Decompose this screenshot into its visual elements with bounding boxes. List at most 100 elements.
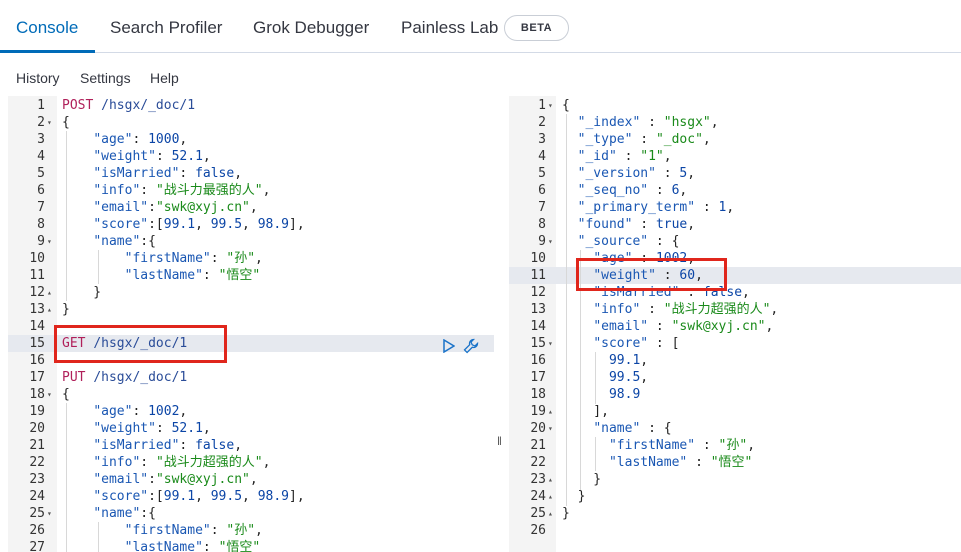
code-line[interactable]: 20 ▾ "name" : { [509, 420, 961, 437]
code-line[interactable]: 3 "age": 1000, [8, 131, 494, 148]
fold-open-icon[interactable]: ▾ [548, 97, 553, 114]
code-text: 98.9 [562, 386, 640, 403]
code-token: "孙" [718, 438, 748, 453]
fold-close-icon[interactable]: ▴ [47, 301, 52, 318]
code-line[interactable]: 26 "firstName": "孙", [8, 522, 494, 539]
tab-console[interactable]: Console [16, 18, 78, 38]
code-line[interactable]: 25 ▾ "name":{ [8, 505, 494, 522]
code-token: , [234, 438, 243, 453]
fold-close-icon[interactable]: ▴ [548, 471, 553, 488]
code-token: :{ [140, 234, 156, 249]
code-line[interactable]: 21 "isMarried": false, [8, 437, 494, 454]
code-text: PUT /hsgx/_doc/1 [62, 369, 187, 386]
code-line[interactable]: 2 "_index" : "hsgx", [509, 114, 961, 131]
fold-open-icon[interactable]: ▾ [47, 114, 52, 131]
request-editor[interactable]: 1 POST /hsgx/_doc/1 2 ▾{3 "age": 1000, 4 "we… [8, 96, 494, 552]
code-line[interactable]: 17 PUT /hsgx/_doc/1 [8, 369, 494, 386]
code-line[interactable]: 26 [509, 522, 961, 539]
code-line[interactable]: 9 ▾ "_source" : { [509, 233, 961, 250]
code-token: , [202, 421, 211, 436]
fold-close-icon[interactable]: ▴ [548, 403, 553, 420]
response-viewer[interactable]: 1 ▾{2 "_index" : "hsgx", 3 "_type" : "_doc… [509, 96, 961, 552]
code-line[interactable]: 10 "firstName": "孙", [8, 250, 494, 267]
code-text: "_type" : "_doc", [562, 131, 711, 148]
menu-history[interactable]: History [16, 70, 60, 86]
code-line[interactable]: 19 "age": 1002, [8, 403, 494, 420]
line-number: 26 [29, 523, 45, 538]
code-line[interactable]: 5 "_version" : 5, [509, 165, 961, 182]
code-line[interactable]: 8 "score":[99.1, 99.5, 98.9], [8, 216, 494, 233]
code-token: "_id" [577, 149, 617, 164]
code-line[interactable]: 14 "email" : "swk@xyj.cn", [509, 318, 961, 335]
fold-open-icon[interactable]: ▾ [548, 335, 553, 352]
code-line[interactable]: 12 ▴ } [8, 284, 494, 301]
code-text: "firstName" : "孙", [562, 437, 755, 454]
code-text: } [562, 471, 601, 488]
tab-search-profiler[interactable]: Search Profiler [110, 18, 222, 38]
code-line[interactable]: 4 "_id" : "1", [509, 148, 961, 165]
code-line[interactable]: 19 ▴ ], [509, 403, 961, 420]
code-line[interactable]: 13 ▴} [8, 301, 494, 318]
code-text: "email" : "swk@xyj.cn", [562, 318, 773, 335]
play-icon[interactable] [443, 338, 456, 356]
code-line[interactable]: 17 99.5, [509, 369, 961, 386]
code-line[interactable]: 9 ▾ "name":{ [8, 233, 494, 250]
code-token: "_doc" [655, 132, 703, 147]
line-number: 21 [29, 438, 45, 453]
code-line[interactable]: 4 "weight": 52.1, [8, 148, 494, 165]
code-line[interactable]: 8 "found" : true, [509, 216, 961, 233]
line-number: 4 [538, 149, 546, 164]
code-line[interactable]: 1 ▾ { [509, 97, 961, 114]
code-line[interactable]: 7 "email":"swk@xyj.cn", [8, 199, 494, 216]
code-token: "孙" [226, 251, 256, 266]
code-line[interactable]: 23 "email":"swk@xyj.cn", [8, 471, 494, 488]
code-line[interactable]: 27 "lastName": "悟空" [8, 539, 494, 552]
code-line[interactable]: 1 POST /hsgx/_doc/1 [8, 97, 494, 114]
code-line[interactable]: 15 ▾ "score" : [ [509, 335, 961, 352]
code-token: : [140, 183, 156, 198]
code-line[interactable]: 18 ▾ { [8, 386, 494, 403]
code-line[interactable]: 7 "_primary_term" : 1, [509, 199, 961, 216]
code-line[interactable]: 23 ▴ } [509, 471, 961, 488]
code-token: : { [640, 421, 672, 436]
line-number: 12 [29, 285, 45, 300]
code-line[interactable]: 6 "_seq_no" : 6, [509, 182, 961, 199]
code-line[interactable]: 24 ▴ } [509, 488, 961, 505]
tab-grok-debugger[interactable]: Grok Debugger [253, 18, 369, 38]
code-line[interactable]: 18 98.9 [509, 386, 961, 403]
fold-open-icon[interactable]: ▾ [47, 386, 52, 403]
code-token: } [62, 302, 70, 317]
fold-open-icon[interactable]: ▾ [47, 505, 52, 522]
code-line[interactable]: 3 "_type" : "_doc", [509, 131, 961, 148]
menu-settings[interactable]: Settings [80, 70, 131, 86]
fold-open-icon[interactable]: ▾ [548, 420, 553, 437]
wrench-icon[interactable] [463, 338, 479, 357]
fold-close-icon[interactable]: ▴ [548, 488, 553, 505]
fold-open-icon[interactable]: ▾ [548, 233, 553, 250]
code-token: PUT [62, 370, 94, 385]
fold-close-icon[interactable]: ▴ [548, 505, 553, 522]
menu-help[interactable]: Help [150, 70, 179, 86]
code-line[interactable]: 5 "isMarried": false, [8, 165, 494, 182]
code-line[interactable]: 22 "lastName" : "悟空" [509, 454, 961, 471]
code-line[interactable]: 2 ▾ { [8, 114, 494, 131]
fold-open-icon[interactable]: ▾ [47, 233, 52, 250]
pane-resize-handle[interactable]: ‖ [497, 434, 502, 448]
line-number: 14 [530, 319, 546, 334]
line-number: 11 [530, 268, 546, 283]
code-line[interactable]: 25 ▴} [509, 505, 961, 522]
line-number: 6 [37, 183, 45, 198]
code-line[interactable]: 22 "info": "战斗力超强的人", [8, 454, 494, 471]
code-line[interactable]: 21 "firstName" : "孙", [509, 437, 961, 454]
code-line[interactable]: 11 "lastName": "悟空" [8, 267, 494, 284]
code-line[interactable]: 6 "info": "战斗力最强的人", [8, 182, 494, 199]
code-line[interactable]: 16 99.1, [509, 352, 961, 369]
fold-close-icon[interactable]: ▴ [47, 284, 52, 301]
tab-painless-lab[interactable]: Painless Lab [401, 18, 498, 38]
code-line[interactable]: 24 "score":[99.1, 99.5, 98.9], [8, 488, 494, 505]
code-token: "email" [93, 472, 149, 487]
code-line[interactable]: 13 "info" : "战斗力超强的人", [509, 301, 961, 318]
code-token: , [765, 319, 774, 334]
code-line[interactable]: 20 "weight": 52.1, [8, 420, 494, 437]
